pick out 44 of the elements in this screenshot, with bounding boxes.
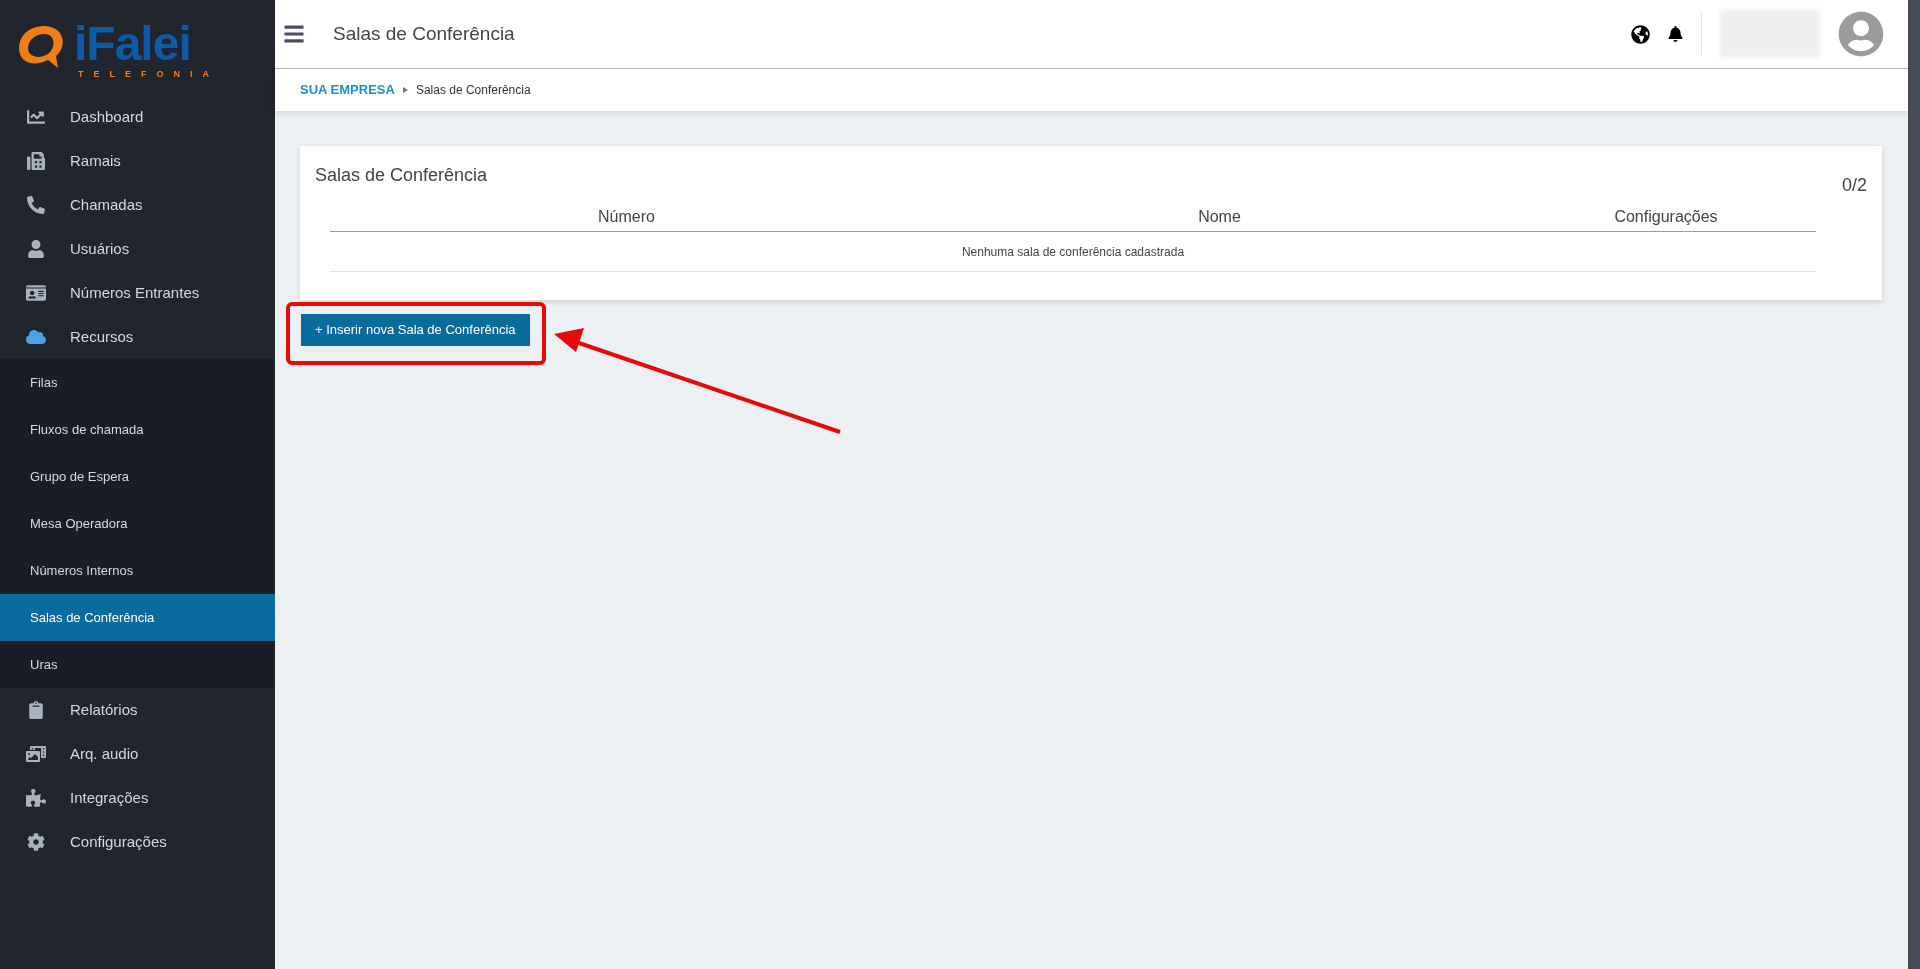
chart-icon — [26, 108, 46, 126]
sidebar-subitem[interactable]: Fluxos de chamada — [0, 406, 275, 453]
sidebar-item[interactable]: Ramais — [0, 139, 275, 183]
sidebar-item[interactable]: Dashboard — [0, 95, 275, 139]
puzzle-icon — [26, 789, 46, 807]
settings-icon — [26, 833, 46, 851]
card-icon — [26, 284, 46, 302]
sidebar-item[interactable]: Números Entrantes — [0, 271, 275, 315]
sidebar-subitem[interactable]: Grupo de Espera — [0, 453, 275, 500]
breadcrumb-current: Salas de Conferência — [415, 82, 531, 99]
sidebar-subitem[interactable]: Uras — [0, 641, 275, 688]
logo-wordmark: iFalei — [74, 20, 192, 68]
sidebar-subitem[interactable]: Números Internos — [0, 547, 275, 594]
sidebar-item[interactable]: Arq. audio — [0, 732, 275, 776]
sidebar-subitem[interactable]: Salas de Conferência — [0, 594, 275, 641]
globe-icon[interactable] — [1631, 24, 1650, 44]
sidebar-item[interactable]: Integrações — [0, 776, 275, 820]
clipboard-icon — [26, 701, 46, 719]
sidebar-subitem[interactable]: Mesa Operadora — [0, 500, 275, 547]
column-header: Configurações — [1516, 203, 1816, 231]
bell-icon[interactable] — [1668, 26, 1683, 42]
column-header: Número — [330, 203, 923, 231]
sidebar-item[interactable]: Chamadas — [0, 183, 275, 227]
column-header: Nome — [923, 203, 1516, 231]
cloud-icon — [26, 328, 46, 346]
add-room-button[interactable]: + Inserir nova Sala de Conferência — [301, 313, 530, 346]
sidebar-item[interactable]: Configurações — [0, 820, 275, 864]
card-title: Salas de Conferência — [315, 164, 488, 187]
sidebar-subitem[interactable]: Filas — [0, 359, 275, 406]
page-title: Salas de Conferência — [333, 21, 515, 46]
breadcrumb-separator-icon — [402, 87, 408, 93]
menu-icon[interactable] — [283, 23, 305, 45]
sidebar-item[interactable]: Usuários — [0, 227, 275, 271]
fax-icon — [26, 152, 46, 170]
room-count: 0/2 — [1841, 174, 1867, 197]
media-icon — [26, 745, 46, 763]
avatar-icon[interactable] — [1838, 11, 1884, 57]
breadcrumb-link[interactable]: SUA EMPRESA — [300, 80, 395, 100]
user-icon — [26, 240, 46, 258]
empty-message: Nenhuma sala de conferência cadastrada — [961, 245, 1185, 259]
logo-tagline: TELEFONIA — [77, 68, 219, 81]
sidebar-item[interactable]: Recursos — [0, 315, 275, 359]
sidebar-item[interactable]: Relatórios — [0, 688, 275, 732]
phone-icon — [26, 196, 46, 214]
